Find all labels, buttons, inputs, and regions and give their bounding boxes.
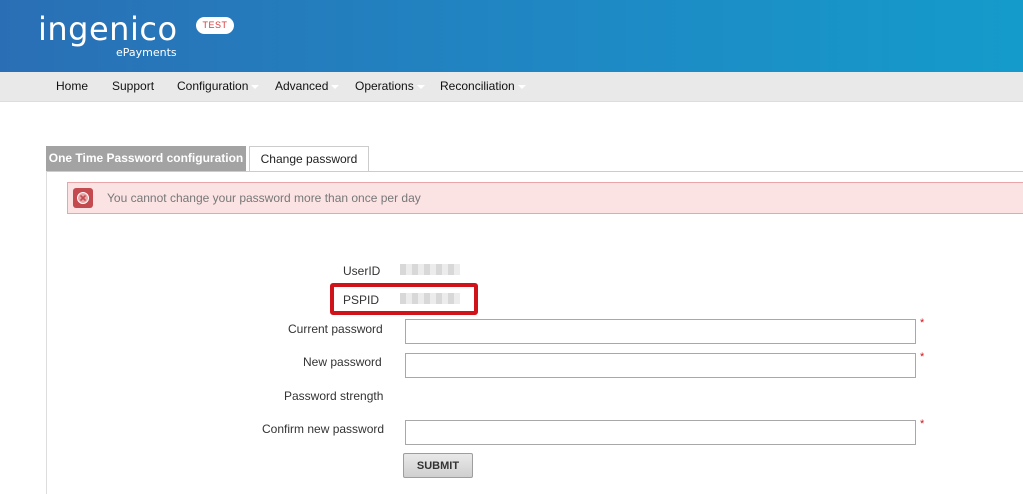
chevron-down-icon (517, 84, 526, 89)
password-strength-label: Password strength (284, 389, 384, 403)
required-marker: * (920, 351, 925, 363)
test-environment-badge: TEST (196, 17, 234, 34)
pspid-value-redacted (400, 293, 460, 304)
nav-item-label: Operations (355, 79, 414, 93)
chevron-down-icon (251, 84, 260, 89)
chevron-down-icon (416, 84, 425, 89)
nav-item-label: Support (112, 79, 155, 93)
required-marker: * (920, 418, 925, 430)
tab-one-time-password-configuration[interactable]: One Time Password configuration (46, 146, 246, 171)
chevron-down-icon (331, 84, 340, 89)
nav-item-home[interactable]: Home (56, 72, 88, 102)
new-password-input[interactable] (405, 353, 916, 378)
panel-divider (46, 171, 1023, 172)
current-password-input[interactable] (405, 319, 916, 344)
nav-item-operations[interactable]: Operations (355, 72, 425, 102)
error-alert: You cannot change your password more tha… (67, 182, 1023, 214)
required-marker: * (920, 317, 925, 329)
nav-item-label: Home (56, 79, 89, 93)
ingenico-logo[interactable]: ingenico ePayments (38, 10, 178, 59)
nav-item-label: Configuration (177, 79, 249, 93)
nav-item-reconciliation[interactable]: Reconciliation (440, 72, 526, 102)
nav-item-label: Advanced (275, 79, 329, 93)
current-password-label: Current password (288, 322, 383, 336)
main-nav: Home Support Configuration Advanced Oper… (0, 72, 1023, 102)
header-bar: ingenico ePayments TEST (0, 0, 1023, 72)
tab-change-password[interactable]: Change password (249, 146, 369, 172)
submit-button[interactable]: SUBMIT (403, 453, 473, 478)
pspid-label: PSPID (343, 293, 380, 307)
panel-border (46, 171, 47, 494)
confirm-password-label: Confirm new password (262, 422, 385, 436)
logo-subtext: ePayments (116, 46, 177, 59)
nav-item-label: Reconciliation (440, 79, 515, 93)
userid-label: UserID (343, 264, 381, 278)
new-password-label: New password (303, 355, 382, 369)
nav-item-configuration[interactable]: Configuration (177, 72, 260, 102)
nav-item-advanced[interactable]: Advanced (275, 72, 340, 102)
userid-value-redacted (400, 264, 460, 275)
confirm-password-input[interactable] (405, 420, 916, 445)
error-message: You cannot change your password more tha… (107, 191, 421, 205)
logo-text: ingenico (38, 10, 178, 48)
error-icon (73, 188, 93, 208)
nav-item-support[interactable]: Support (112, 72, 154, 102)
